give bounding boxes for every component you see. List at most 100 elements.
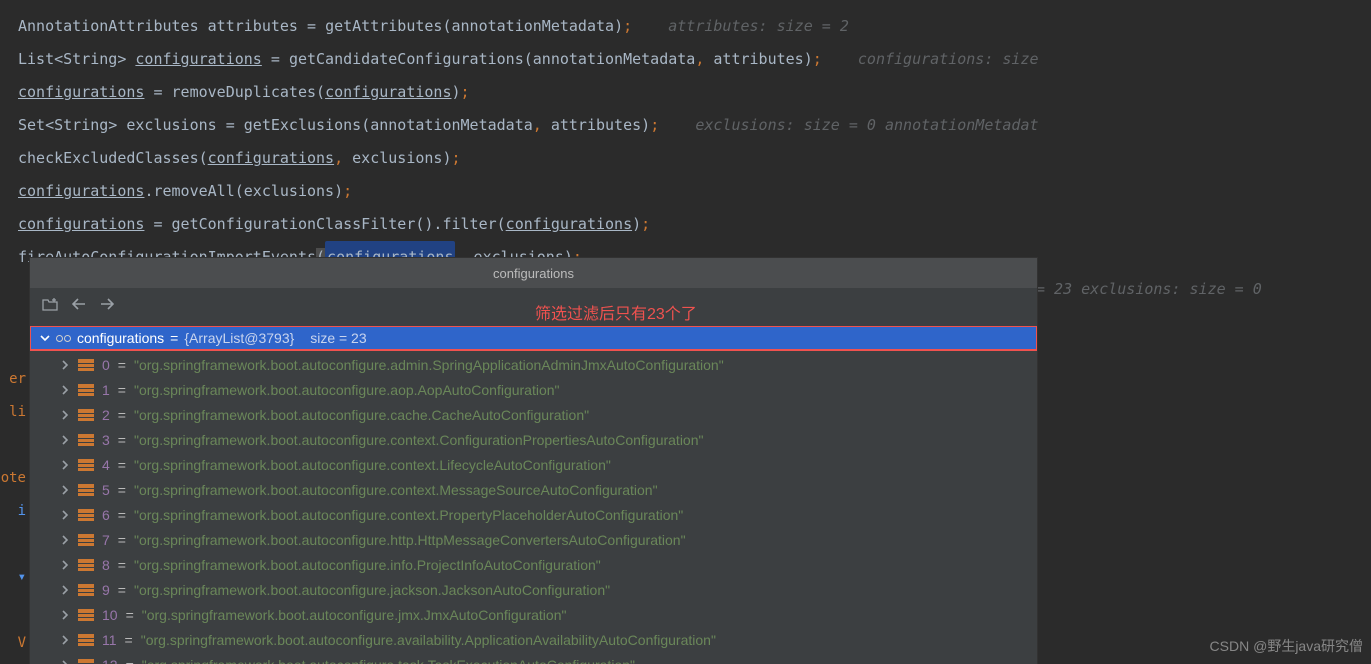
- arg: attributes: [713, 50, 803, 68]
- code-line: configurations = removeDuplicates(config…: [18, 76, 1371, 109]
- equals: =: [118, 507, 126, 523]
- code-line: AnnotationAttributes attributes = getAtt…: [18, 10, 1371, 43]
- array-element-icon: [78, 433, 94, 447]
- arg: annotationMetadata: [452, 17, 615, 35]
- chevron-right-icon[interactable]: [60, 460, 70, 470]
- equals: =: [118, 382, 126, 398]
- tree-item[interactable]: 11 = "org.springframework.boot.autoconfi…: [30, 627, 1037, 652]
- array-element-icon: [78, 658, 94, 664]
- var: exclusions: [126, 116, 216, 134]
- root-size: size = 23: [310, 330, 366, 346]
- value-string: "org.springframework.boot.autoconfigure.…: [141, 632, 716, 648]
- var: configurations: [18, 182, 144, 200]
- index: 12: [102, 657, 118, 664]
- arg: annotationMetadata: [533, 50, 696, 68]
- tree-item[interactable]: 6 = "org.springframework.boot.autoconfig…: [30, 502, 1037, 527]
- index: 2: [102, 407, 110, 423]
- equals: =: [118, 407, 126, 423]
- chevron-right-icon[interactable]: [60, 535, 70, 545]
- call: removeDuplicates: [172, 83, 317, 101]
- type: List<String>: [18, 50, 126, 68]
- index: 0: [102, 357, 110, 373]
- call: checkExcludedClasses: [18, 149, 199, 167]
- chevron-right-icon[interactable]: [60, 385, 70, 395]
- index: 1: [102, 382, 110, 398]
- tree-item[interactable]: 12 = "org.springframework.boot.autoconfi…: [30, 652, 1037, 664]
- chevron-right-icon[interactable]: [60, 510, 70, 520]
- tree-root-row[interactable]: configurations = {ArrayList@3793} size =…: [30, 326, 1037, 350]
- arg: annotationMetadata: [370, 116, 533, 134]
- array-element-icon: [78, 533, 94, 547]
- value-string: "org.springframework.boot.autoconfigure.…: [134, 357, 724, 373]
- root-value: {ArrayList@3793}: [184, 330, 294, 346]
- equals: =: [118, 557, 126, 573]
- code-editor[interactable]: AnnotationAttributes attributes = getAtt…: [0, 0, 1371, 274]
- chevron-right-icon[interactable]: [60, 660, 70, 664]
- tree-item[interactable]: 3 = "org.springframework.boot.autoconfig…: [30, 427, 1037, 452]
- chevron-right-icon[interactable]: [60, 410, 70, 420]
- watch-icon: [56, 335, 71, 342]
- popup-title[interactable]: configurations: [30, 258, 1037, 288]
- value-string: "org.springframework.boot.autoconfigure.…: [134, 582, 610, 598]
- popup-toolbar: [30, 288, 1037, 319]
- inline-hint: exclusions: size = 0 annotationMetadat: [695, 116, 1038, 134]
- forward-arrow-icon[interactable]: [100, 298, 114, 310]
- array-element-icon: [78, 608, 94, 622]
- tree-item[interactable]: 10 = "org.springframework.boot.autoconfi…: [30, 602, 1037, 627]
- tree-item[interactable]: 1 = "org.springframework.boot.autoconfig…: [30, 377, 1037, 402]
- index: 8: [102, 557, 110, 573]
- inline-hint: attributes: size = 2: [668, 17, 849, 35]
- inline-hint-remainder: = 23 exclusions: size = 0: [1036, 280, 1371, 298]
- tree-item[interactable]: 0 = "org.springframework.boot.autoconfig…: [30, 352, 1037, 377]
- index: 4: [102, 457, 110, 473]
- tree-item[interactable]: 5 = "org.springframework.boot.autoconfig…: [30, 477, 1037, 502]
- call: getAttributes: [325, 17, 442, 35]
- arg: configurations: [506, 215, 632, 233]
- tree-item[interactable]: 7 = "org.springframework.boot.autoconfig…: [30, 527, 1037, 552]
- array-element-icon: [78, 408, 94, 422]
- index: 3: [102, 432, 110, 448]
- new-folder-icon[interactable]: [42, 297, 58, 311]
- array-element-icon: [78, 458, 94, 472]
- chevron-right-icon[interactable]: [60, 635, 70, 645]
- arg: exclusions: [352, 149, 442, 167]
- annotation-text: 筛选过滤后只有23个了: [535, 300, 697, 324]
- arg: configurations: [208, 149, 334, 167]
- tree-item[interactable]: 8 = "org.springframework.boot.autoconfig…: [30, 552, 1037, 577]
- arg: exclusions: [244, 182, 334, 200]
- value-string: "org.springframework.boot.autoconfigure.…: [134, 507, 683, 523]
- value-string: "org.springframework.boot.autoconfigure.…: [134, 382, 560, 398]
- equals: =: [125, 632, 133, 648]
- variables-tree[interactable]: configurations = {ArrayList@3793} size =…: [30, 326, 1037, 664]
- equals: =: [118, 532, 126, 548]
- tree-item[interactable]: 9 = "org.springframework.boot.autoconfig…: [30, 577, 1037, 602]
- var: configurations: [18, 215, 144, 233]
- code-line: configurations = getConfigurationClassFi…: [18, 208, 1371, 241]
- arg: configurations: [325, 83, 451, 101]
- array-element-icon: [78, 558, 94, 572]
- tree-item[interactable]: 2 = "org.springframework.boot.autoconfig…: [30, 402, 1037, 427]
- index: 7: [102, 532, 110, 548]
- value-string: "org.springframework.boot.autoconfigure.…: [134, 482, 658, 498]
- array-element-icon: [78, 633, 94, 647]
- chevron-right-icon[interactable]: [60, 360, 70, 370]
- chevron-down-icon[interactable]: [40, 333, 50, 343]
- chevron-right-icon[interactable]: [60, 485, 70, 495]
- array-element-icon: [78, 358, 94, 372]
- evaluate-popup: configurations 筛选过滤后只有23个了 configuration…: [30, 258, 1037, 664]
- chevron-right-icon[interactable]: [60, 560, 70, 570]
- back-arrow-icon[interactable]: [72, 298, 86, 310]
- chevron-right-icon[interactable]: [60, 610, 70, 620]
- value-string: "org.springframework.boot.autoconfigure.…: [134, 557, 601, 573]
- var: attributes: [208, 17, 298, 35]
- code-line: List<String> configurations = getCandida…: [18, 43, 1371, 76]
- chevron-right-icon[interactable]: [60, 585, 70, 595]
- type: AnnotationAttributes: [18, 17, 199, 35]
- code-line: checkExcludedClasses(configurations, exc…: [18, 142, 1371, 175]
- chevron-right-icon[interactable]: [60, 435, 70, 445]
- index: 11: [102, 632, 117, 648]
- call: getCandidateConfigurations: [289, 50, 524, 68]
- array-element-icon: [78, 483, 94, 497]
- tree-item[interactable]: 4 = "org.springframework.boot.autoconfig…: [30, 452, 1037, 477]
- index: 10: [102, 607, 118, 623]
